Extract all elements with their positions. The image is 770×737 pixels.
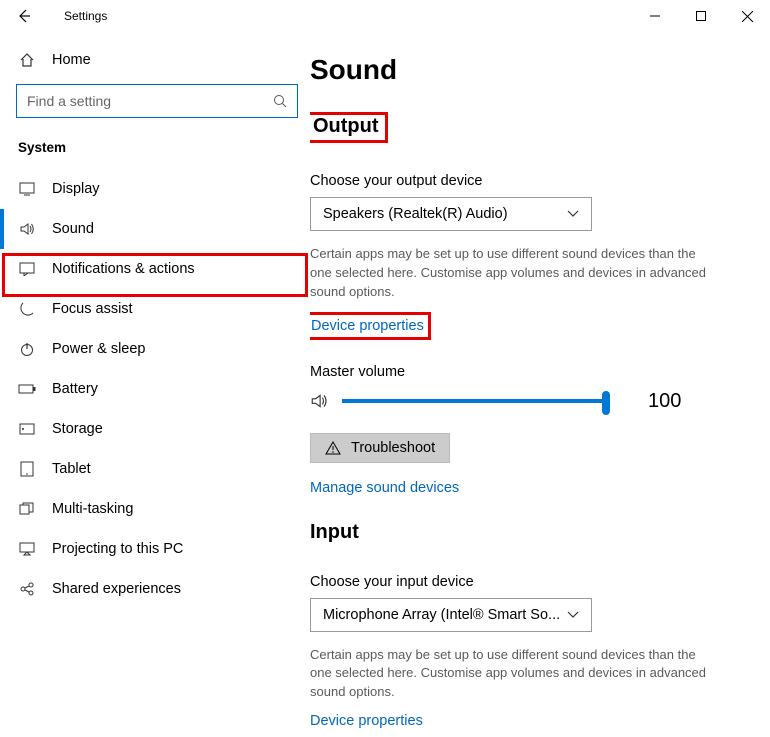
projecting-icon [18,542,36,556]
sidebar-home-label: Home [52,52,91,68]
input-device-select[interactable]: Microphone Array (Intel® Smart So... [310,598,592,632]
battery-icon [18,383,36,395]
sidebar-item-label: Storage [52,421,103,437]
sidebar-item-label: Projecting to this PC [52,541,183,557]
search-input[interactable] [16,84,298,118]
sidebar-item-notifications[interactable]: Notifications & actions [0,249,310,289]
storage-icon [18,423,36,435]
sidebar-item-multitasking[interactable]: Multi-tasking [0,489,310,529]
sidebar-item-focus-assist[interactable]: Focus assist [0,289,310,329]
troubleshoot-button[interactable]: Troubleshoot [310,433,450,463]
master-volume-value: 100 [648,390,681,413]
shared-icon [18,581,36,597]
sidebar-item-storage[interactable]: Storage [0,409,310,449]
manage-sound-devices-link[interactable]: Manage sound devices [310,480,459,496]
master-volume-label: Master volume [310,364,758,380]
sidebar-item-label: Display [52,181,100,197]
sidebar-item-battery[interactable]: Battery [0,369,310,409]
input-heading: Input [310,521,359,544]
sidebar-item-label: Shared experiences [52,581,181,597]
input-device-properties-link[interactable]: Device properties [310,713,423,729]
volume-icon[interactable] [310,392,328,410]
sidebar-item-projecting[interactable]: Projecting to this PC [0,529,310,569]
home-icon [18,52,36,68]
display-icon [18,182,36,196]
sidebar-item-label: Power & sleep [52,341,146,357]
close-icon [742,11,753,22]
maximize-icon [696,11,706,21]
chevron-down-icon [567,611,579,619]
page-title: Sound [310,54,758,86]
warning-icon [325,441,341,455]
tablet-icon [18,461,36,477]
minimize-button[interactable] [632,0,678,32]
sidebar-home[interactable]: Home [0,42,310,78]
output-heading: Output [310,112,388,143]
output-device-properties-link[interactable]: Device properties [311,318,424,334]
power-icon [18,341,36,357]
sidebar-item-label: Notifications & actions [52,261,195,277]
sidebar-item-display[interactable]: Display [0,169,310,209]
troubleshoot-label: Troubleshoot [351,440,435,456]
slider-thumb[interactable] [602,391,610,415]
input-device-value: Microphone Array (Intel® Smart So... [323,607,560,623]
sidebar-item-label: Sound [52,221,94,237]
minimize-icon [650,11,660,21]
window-title: Settings [64,9,107,23]
output-device-value: Speakers (Realtek(R) Audio) [323,206,508,222]
focus-assist-icon [18,301,36,317]
close-button[interactable] [724,0,770,32]
output-device-select[interactable]: Speakers (Realtek(R) Audio) [310,197,592,231]
back-button[interactable] [4,0,44,32]
sidebar-item-label: Focus assist [52,301,133,317]
sidebar-item-sound[interactable]: Sound [0,209,310,249]
maximize-button[interactable] [678,0,724,32]
sidebar-item-label: Tablet [52,461,91,477]
notifications-icon [18,262,36,276]
sidebar-item-power-sleep[interactable]: Power & sleep [0,329,310,369]
sidebar-item-tablet[interactable]: Tablet [0,449,310,489]
sidebar: Home System Display Sound Notifications … [0,32,310,737]
input-device-label: Choose your input device [310,574,758,590]
chevron-down-icon [567,210,579,218]
search-field[interactable] [27,93,257,109]
content-pane: Sound Output Choose your output device S… [310,32,770,737]
master-volume-slider[interactable] [342,391,608,411]
input-help-text: Certain apps may be set up to use differ… [310,646,720,703]
arrow-left-icon [16,8,32,24]
multitasking-icon [18,502,36,516]
sound-icon [18,221,36,237]
output-help-text: Certain apps may be set up to use differ… [310,245,720,302]
sidebar-item-label: Battery [52,381,98,397]
output-device-label: Choose your output device [310,173,758,189]
sidebar-item-shared-experiences[interactable]: Shared experiences [0,569,310,609]
search-icon [273,94,287,108]
sidebar-section-header: System [0,136,310,169]
sidebar-item-label: Multi-tasking [52,501,133,517]
